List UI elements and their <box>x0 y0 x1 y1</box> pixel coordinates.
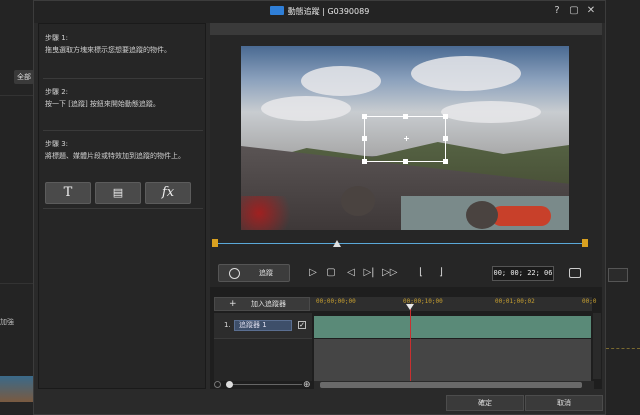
video-red-blur <box>241 196 301 230</box>
resize-handle[interactable] <box>362 114 367 119</box>
track-button-label: 追蹤 <box>259 269 273 277</box>
track-number: 1. <box>224 321 231 329</box>
add-title-button[interactable]: T <box>45 182 91 204</box>
crosshair-icon <box>406 136 407 141</box>
step-3: 步驟 3: 將標題、媒體片段或特效加到追蹤的物件上。 <box>45 138 185 162</box>
next-frame-button[interactable]: ▷| <box>362 267 376 278</box>
mark-out-handle[interactable] <box>582 239 588 247</box>
add-tracker-label: 加入追蹤器 <box>251 300 286 308</box>
mark-in-icon[interactable]: ⌊ <box>414 267 428 278</box>
video-cloud <box>411 56 521 91</box>
zoom-out-icon[interactable] <box>214 381 221 388</box>
resize-handle[interactable] <box>443 136 448 141</box>
timeline-empty-area <box>314 339 591 381</box>
divider <box>606 348 640 349</box>
close-button[interactable]: ✕ <box>584 5 598 16</box>
ruler-time: 00;0 <box>582 298 597 305</box>
divider <box>43 130 203 131</box>
tracking-box[interactable] <box>362 114 448 164</box>
fast-forward-button[interactable]: ▷▷ <box>382 267 397 278</box>
resize-handle[interactable] <box>403 159 408 164</box>
resize-handle[interactable] <box>362 136 367 141</box>
background-panel-right <box>606 0 640 415</box>
step-title: 步驟 1: <box>45 34 69 42</box>
resize-handle[interactable] <box>443 114 448 119</box>
mark-out-icon[interactable]: ⌋ <box>434 267 448 278</box>
background-dropdown[interactable] <box>608 268 628 282</box>
step-text: 按一下 [追蹤] 按鈕來開始動態追蹤。 <box>45 100 160 108</box>
plus-icon: + <box>229 299 237 309</box>
background-panel-left: 全部 加強 <box>0 0 34 415</box>
divider <box>0 283 33 284</box>
video-raft <box>491 206 551 226</box>
mark-in-handle[interactable] <box>212 239 218 247</box>
add-media-button[interactable]: ▤ <box>95 182 141 204</box>
timeline-playhead[interactable] <box>406 304 414 310</box>
instructions-panel: 步驟 1: 拖曳選取方塊來標示您想要追蹤的物件。 步驟 2: 按一下 [追蹤] … <box>38 23 206 389</box>
timecode-display[interactable]: 00; 00; 22; 06 <box>492 266 554 281</box>
zoom-slider[interactable] <box>226 384 302 385</box>
track-button[interactable]: 追蹤 <box>218 264 290 282</box>
add-effect-button[interactable]: fx <box>145 182 191 204</box>
help-button[interactable]: ? <box>550 5 564 16</box>
video-helmet <box>466 201 498 229</box>
tracker-clip[interactable] <box>314 316 591 338</box>
video-preview[interactable] <box>241 46 569 230</box>
tracker-row[interactable]: 1. 追蹤器 1 ✓ <box>214 313 312 339</box>
divider <box>43 78 203 79</box>
video-cloud <box>441 101 541 123</box>
background-thumbnail <box>0 376 33 402</box>
resize-handle[interactable] <box>403 114 408 119</box>
step-title: 步驟 3: <box>45 140 69 148</box>
video-cloud <box>301 66 381 96</box>
play-button[interactable]: ▷ <box>306 267 320 278</box>
step-2: 步驟 2: 按一下 [追蹤] 按鈕來開始動態追蹤。 <box>45 86 160 110</box>
divider <box>0 95 33 96</box>
preview-scrubber[interactable] <box>214 243 584 244</box>
resize-handle[interactable] <box>443 159 448 164</box>
ruler-time: 00;00;00;00 <box>316 298 356 305</box>
tracker-name-field[interactable]: 追蹤器 1 <box>234 320 292 331</box>
restore-button[interactable]: ▢ <box>567 5 581 16</box>
tracker-checkbox[interactable]: ✓ <box>298 321 306 329</box>
resize-handle[interactable] <box>362 159 367 164</box>
cancel-button[interactable]: 取消 <box>525 395 603 411</box>
title-bar: 動態追蹤 | G0390089 ? ▢ ✕ <box>34 1 605 23</box>
target-icon <box>229 268 240 279</box>
snapshot-icon[interactable] <box>569 268 581 278</box>
video-cloud <box>261 96 351 121</box>
motion-tracking-dialog: 動態追蹤 | G0390089 ? ▢ ✕ 步驟 1: 拖曳選取方塊來標示您想要… <box>33 0 606 415</box>
previous-frame-button[interactable]: ◁ <box>344 267 358 278</box>
horizontal-scrollbar[interactable] <box>314 381 594 389</box>
background-tab[interactable]: 全部 <box>14 70 34 84</box>
vertical-scrollbar[interactable] <box>593 313 601 379</box>
timeline-zoom: ⊕ <box>214 380 312 390</box>
divider <box>43 208 203 209</box>
step-title: 步驟 2: <box>45 88 69 96</box>
stop-button[interactable]: ▢ <box>324 267 338 278</box>
preview-panel: 追蹤 ▷ ▢ ◁ ▷| ▷▷ ⌊ ⌋ 00; 00; 22; 06 + 加入追蹤… <box>210 23 602 390</box>
app-icon <box>269 6 284 15</box>
step-1: 步驟 1: 拖曳選取方塊來標示您想要追蹤的物件。 <box>45 32 171 56</box>
ok-button[interactable]: 確定 <box>446 395 524 411</box>
window-title-text: 動態追蹤 | G0390089 <box>287 7 370 16</box>
background-label: 加強 <box>0 318 14 326</box>
scrubber-playhead[interactable] <box>333 240 341 247</box>
add-tracker-button[interactable]: + 加入追蹤器 <box>214 297 310 311</box>
playback-controls: 追蹤 ▷ ▢ ◁ ▷| ▷▷ ⌊ ⌋ 00; 00; 22; 06 <box>210 261 602 287</box>
zoom-slider-knob[interactable] <box>226 381 233 388</box>
timeline-playhead-line <box>410 306 411 381</box>
ruler-time: 00;01;00;02 <box>495 298 535 305</box>
step-text: 拖曳選取方塊來標示您想要追蹤的物件。 <box>45 46 171 54</box>
step-text: 將標題、媒體片段或特效加到追蹤的物件上。 <box>45 152 185 160</box>
track-list-empty <box>214 339 312 381</box>
scrollbar-thumb[interactable] <box>320 382 582 388</box>
zoom-in-icon[interactable]: ⊕ <box>303 380 311 390</box>
window-title: 動態追蹤 | G0390089 <box>34 6 605 17</box>
video-helmet <box>341 186 375 216</box>
